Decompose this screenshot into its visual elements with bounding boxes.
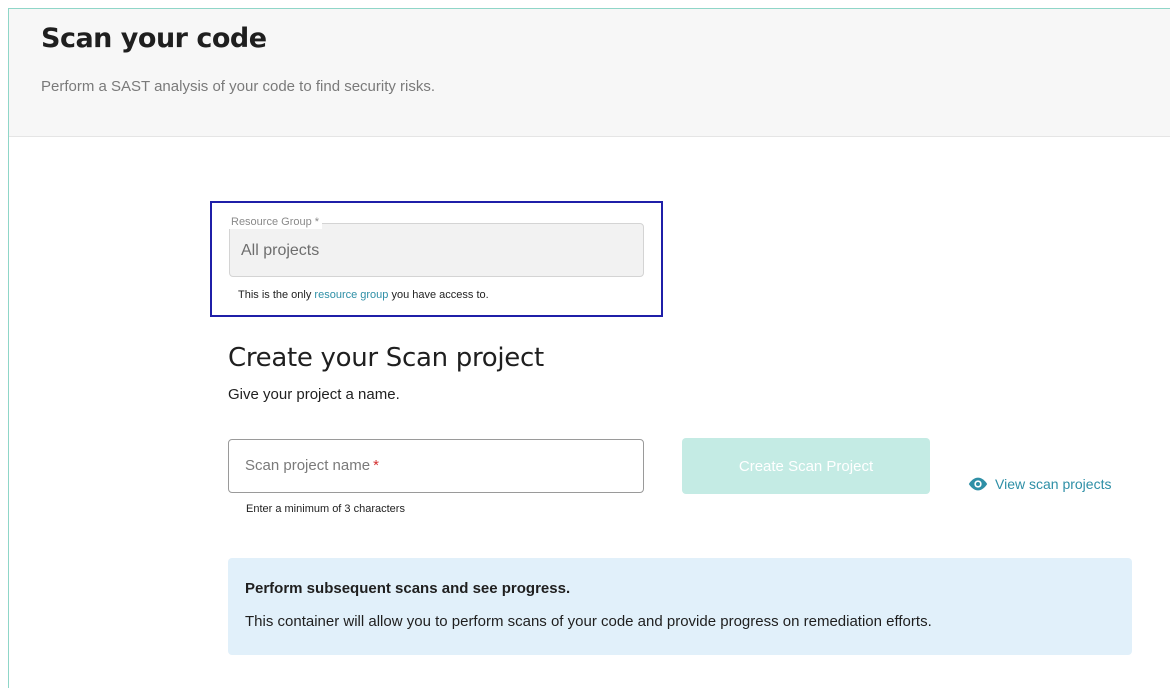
scan-project-name-help: Enter a minimum of 3 characters xyxy=(246,503,405,515)
info-box-text: This container will allow you to perform… xyxy=(245,613,932,630)
page-subtitle: Perform a SAST analysis of your code to … xyxy=(41,78,436,95)
create-project-subtitle: Give your project a name. xyxy=(228,386,400,403)
main-panel: Scan your code Perform a SAST analysis o… xyxy=(8,8,1170,688)
info-box: Perform subsequent scans and see progres… xyxy=(228,558,1132,655)
resource-group-help-prefix: This is the only xyxy=(238,289,315,301)
create-scan-project-button[interactable]: Create Scan Project xyxy=(682,438,930,494)
page-header: Scan your code Perform a SAST analysis o… xyxy=(9,9,1170,137)
resource-group-value: All projects xyxy=(241,242,320,259)
view-scan-projects-link[interactable]: View scan projects xyxy=(967,476,1111,492)
create-project-title: Create your Scan project xyxy=(228,343,544,373)
resource-group-help: This is the only resource group you have… xyxy=(238,289,489,301)
info-box-title: Perform subsequent scans and see progres… xyxy=(245,580,571,597)
resource-group-label: Resource Group * xyxy=(228,215,323,229)
eye-icon xyxy=(968,477,988,491)
page-title: Scan your code xyxy=(41,23,267,54)
resource-group-help-suffix: you have access to. xyxy=(388,289,489,301)
view-scan-projects-label: View scan projects xyxy=(995,476,1112,492)
resource-group-section: All projects Resource Group * This is th… xyxy=(210,201,663,317)
scan-project-name-input[interactable] xyxy=(229,440,643,492)
scan-project-name-field[interactable]: Scan project name * xyxy=(228,439,644,493)
resource-group-link[interactable]: resource group xyxy=(314,289,388,301)
resource-group-field[interactable]: All projects xyxy=(229,223,644,277)
